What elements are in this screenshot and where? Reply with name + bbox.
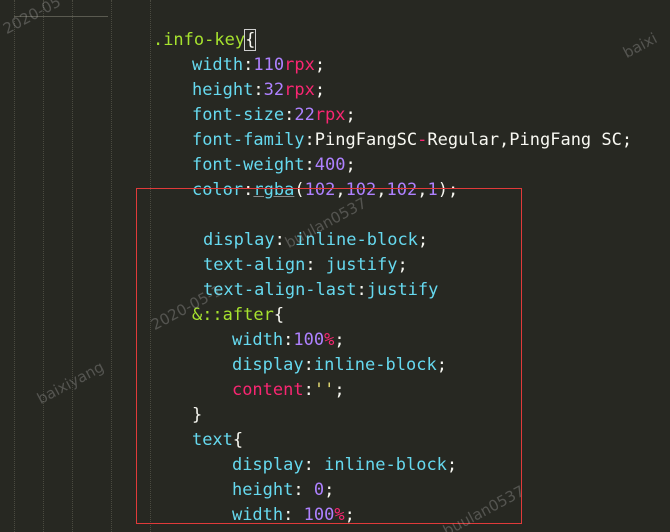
code-line-height[interactable]: height:32rpx; [151,53,325,100]
watermark: baixiyang [34,357,107,408]
code-line-text-height[interactable]: height: 0; [191,453,334,500]
property-unit: % [334,505,345,525]
code-line-after-width[interactable]: width:100%; [191,303,345,350]
code-line-text-selector[interactable]: text{ [151,403,243,450]
code-line-selector[interactable]: .info-key{ [112,3,257,51]
code-line-close-after[interactable]: } [151,378,202,425]
property-value: 100 [303,505,335,525]
watermark: baixi [620,29,661,62]
indent-guide [111,0,112,532]
property-value: justify [366,280,439,300]
code-line-font-family[interactable]: font-family:PingFangSC-Regular,PingFang … [151,103,632,150]
indent-guide [43,0,44,532]
code-line-font-weight[interactable]: font-weight:400; [151,128,356,175]
property-name: width [231,505,284,525]
code-line-display[interactable]: display: inline-block; [162,203,428,250]
code-editor[interactable]: .info-key{ width:110rpx; height:32rpx; f… [0,0,670,532]
watermark: 2020-05 [0,0,64,38]
indent-guide [14,0,15,532]
code-line-width[interactable]: width:110rpx; [151,28,325,75]
code-line-color[interactable]: color:rgba(102,102,102,1); [151,153,458,200]
property-value: '' [313,380,335,400]
code-line-close-text[interactable]: } [151,503,202,532]
indent-guide [72,0,73,532]
property-value: Regular,PingFang SC [427,130,622,150]
code-line-text-width[interactable]: width: 100%; [191,478,355,525]
code-line-after-content[interactable]: content:''; [191,353,345,400]
property-operator: - [417,130,428,150]
code-line-font-size[interactable]: font-size:22rpx; [151,78,356,125]
code-line-text-align-last[interactable]: text-align-last:justify [162,253,438,300]
property-name: content [231,380,304,400]
property-value: inline-block [324,455,447,475]
code-line-text-display[interactable]: display: inline-block; [191,428,457,475]
code-line-after-display[interactable]: display:inline-block; [191,328,447,375]
